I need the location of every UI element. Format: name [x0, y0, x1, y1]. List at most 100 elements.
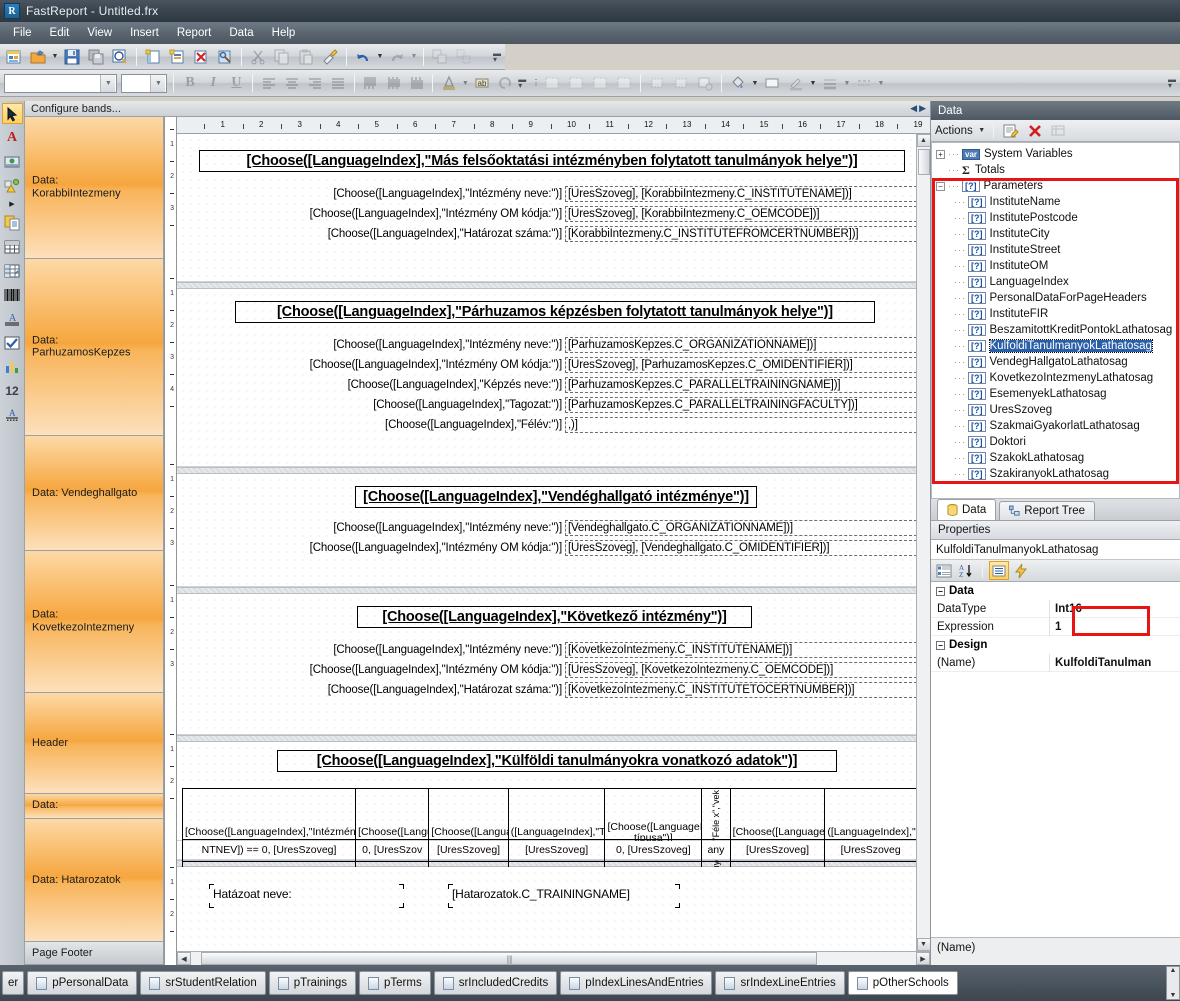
open-dropdown-icon[interactable]: ▼ — [50, 53, 60, 60]
actions-dropdown-icon[interactable]: ▼ — [977, 127, 987, 134]
band1-row3-label[interactable]: [Choose([LanguageIndex],"Határozat száma… — [273, 228, 562, 240]
richtext-object-tool[interactable]: A — [2, 308, 23, 329]
redo-icon[interactable] — [386, 46, 408, 68]
th-institute[interactable]: [Choose([LanguageIndex],"Intézmény")] — [181, 787, 357, 878]
reset-style-icon[interactable] — [494, 72, 515, 94]
th-studies-from[interactable]: ([LanguageIndex],"Tanulmányok — [507, 787, 606, 878]
th-framework[interactable]: [Choose([LanguageIndex],"Keretjellemző")… — [729, 787, 826, 878]
copy-icon[interactable] — [271, 46, 293, 68]
table-data-row[interactable]: NTNEV]) == 0, [UresSzoveg] 0, [UresSzov … — [181, 839, 917, 862]
shape-dropdown-icon[interactable]: ▶ — [2, 199, 23, 209]
td-semester-count[interactable]: any — [701, 839, 731, 862]
menu-report[interactable]: Report — [168, 24, 221, 42]
tabs-scroll-up-icon[interactable]: ▲ — [1170, 967, 1177, 974]
tree-param-personaldataforpageheaders[interactable]: ··· [?] PersonalDataForPageHeaders — [936, 290, 1179, 306]
tree-param-uresszoveg[interactable]: ··· [?] UresSzoveg — [936, 402, 1179, 418]
select-tool[interactable] — [1, 103, 23, 124]
italic-button[interactable]: I — [203, 72, 224, 94]
properties-grid[interactable]: − Data DataType Int16 Expression 1 − Des… — [931, 582, 1180, 937]
band-page-footer[interactable]: Page Footer — [25, 941, 164, 965]
page-tab-srindexlineentries[interactable]: srIndexLineEntries — [715, 971, 845, 995]
canvas-scroll-left-icon[interactable]: ◀ — [177, 952, 191, 965]
border-none-icon[interactable] — [613, 72, 635, 94]
data-tree[interactable]: + ··· var System Variables ··· Σ Totals … — [931, 142, 1180, 499]
border-inner-icon[interactable] — [589, 72, 611, 94]
band4-row3-value[interactable]: [KovetkezoIntezmeny.C_INSTITUTETOCERTNUM… — [565, 682, 917, 698]
border-left-icon[interactable] — [646, 72, 668, 94]
line-color-dropdown-icon[interactable]: ▼ — [808, 80, 818, 87]
format-toolbar-overflow-icon[interactable]: ▬ ▾ — [517, 72, 529, 94]
band2-row4-value[interactable]: [ParhuzamosKepzes.C_PARALLELTRAININGFACU… — [565, 397, 917, 413]
actions-label[interactable]: Actions — [935, 125, 975, 137]
format-painter-icon[interactable] — [319, 46, 341, 68]
table-toolbar-handle[interactable]: ⋮ — [532, 72, 540, 94]
property-category-data[interactable]: − Data — [931, 582, 1180, 600]
band-vendeghallgato[interactable]: Data: Vendeghallgato — [25, 436, 164, 552]
align-left-icon[interactable] — [258, 72, 279, 94]
tree-param-szakiranyoklathatosag[interactable]: ··· [?] SzakiranyokLathatosag — [936, 466, 1179, 482]
band1-row3-value[interactable]: [KorabbiIntezmeny.C_INSTITUTEFROMCERTNUM… — [565, 226, 917, 242]
band2-row2-label[interactable]: [Choose([LanguageIndex],"Intézmény OM kó… — [255, 359, 562, 371]
menu-insert[interactable]: Insert — [121, 24, 168, 42]
fill-dropdown-icon[interactable]: ▼ — [750, 80, 760, 87]
band1-row1-value[interactable]: [UresSzoveg], [KorabbiIntezmeny.C_INSTIT… — [565, 186, 917, 202]
canvas-vertical-scrollbar[interactable]: ▲ ▼ — [916, 134, 930, 951]
tree-param-institutecity[interactable]: ··· [?] InstituteCity — [936, 226, 1179, 242]
undo-dropdown-icon[interactable]: ▼ — [375, 53, 385, 60]
new-page-icon[interactable] — [142, 46, 164, 68]
picture-object-tool[interactable] — [2, 151, 23, 172]
view-data-icon[interactable] — [1049, 121, 1069, 140]
band2-row3-value[interactable]: [ParhuzamosKepzes.C_PARALLELTRAININGNAME… — [565, 377, 917, 393]
highlight-icon[interactable]: ab — [471, 72, 492, 94]
canvas-scroll-right-icon[interactable]: ▶ — [916, 952, 930, 965]
th-semester-count[interactable]: ányéve","Féle x","vek — [701, 788, 731, 877]
hatarozat-value-object[interactable]: [Hatarozatok.C_TRAININGNAME] — [452, 887, 672, 901]
band4-row2-label[interactable]: [Choose([LanguageIndex],"Intézmény OM kó… — [255, 664, 562, 676]
band1-title-object[interactable]: [Choose([LanguageIndex],"Más felsőoktatá… — [199, 150, 905, 172]
collapse-icon[interactable]: − — [936, 181, 945, 191]
font-color-dropdown-icon[interactable]: ▼ — [461, 80, 471, 87]
underline-button[interactable]: U — [226, 72, 247, 94]
ungroup-icon[interactable] — [453, 46, 475, 68]
tree-param-kovetkezointezmenylathatosag[interactable]: ··· [?] KovetkezoIntezmenyLathatosag — [936, 370, 1179, 386]
configure-bands-bar[interactable]: Configure bands... ◀ ▶ — [25, 101, 930, 117]
band-header[interactable]: Header — [25, 692, 164, 795]
subreport-object-tool[interactable] — [2, 212, 23, 233]
band1-row2-value[interactable]: [UresSzoveg], [KorabbiIntezmeny.C_OEMCOD… — [565, 206, 917, 222]
cut-icon[interactable] — [247, 46, 269, 68]
page-tab-pindexlinesandentries[interactable]: pIndexLinesAndEntries — [560, 971, 713, 995]
color-swatch-icon[interactable] — [761, 72, 783, 94]
chart-object-tool[interactable] — [2, 356, 23, 377]
properties-icon[interactable] — [989, 561, 1009, 580]
th-semester-type[interactable]: [Choose([LanguageIndex],"Félévek típusa"… — [604, 787, 703, 878]
font-name-dropdown-icon[interactable]: ▼ — [100, 74, 116, 92]
td-semester-type[interactable]: 0, [UresSzoveg] — [604, 839, 703, 862]
fill-color-icon[interactable] — [727, 72, 749, 94]
band-prev-icon[interactable]: ◀ — [910, 103, 917, 114]
page-tab-pterms[interactable]: pTerms — [359, 971, 431, 995]
page-tab-ptrainings[interactable]: pTrainings — [268, 971, 357, 995]
page-tab-srstudentrelation[interactable]: srStudentRelation — [140, 971, 266, 995]
th-city[interactable]: [Choose([LanguageIndex],"Település")] — [428, 787, 509, 878]
tree-param-beszamitottkreditpontoklathatosag[interactable]: ··· [?] BeszamitottKreditPontokLathatosag — [936, 322, 1179, 338]
hatarozat-label-object[interactable]: Hatázoat neve: — [213, 887, 343, 901]
line-color-icon[interactable] — [785, 72, 807, 94]
tree-param-vendeghallgatolathatosag[interactable]: ··· [?] VendegHallgatoLathatosag — [936, 354, 1179, 370]
td-studies-to[interactable]: [UresSzoveg — [824, 839, 917, 862]
canvas-vscroll-thumb[interactable] — [917, 149, 930, 175]
border-custom-icon[interactable] — [694, 72, 716, 94]
band-hatarozatok[interactable]: Data: Hatarozatok — [25, 819, 164, 942]
band2-row1-label[interactable]: [Choose([LanguageIndex],"Intézmény neve:… — [287, 339, 562, 351]
line-width-dropdown-icon[interactable]: ▼ — [842, 80, 852, 87]
border-outer-icon[interactable] — [565, 72, 587, 94]
alphabetical-icon[interactable]: AZ — [956, 561, 976, 580]
tab-data[interactable]: Data — [937, 499, 997, 520]
new-report-icon[interactable] — [3, 46, 25, 68]
open-report-icon[interactable] — [27, 46, 49, 68]
band2-row4-label[interactable]: [Choose([LanguageIndex],"Tagozat:")] — [317, 399, 562, 411]
align-top-icon[interactable] — [360, 72, 381, 94]
align-center-icon[interactable] — [281, 72, 302, 94]
canvas-scroll-down-icon[interactable]: ▼ — [916, 938, 930, 951]
band2-row1-value[interactable]: [ParhuzamosKepzes.C_ORGANIZATIONNAME])] — [565, 337, 917, 353]
band1-row1-label[interactable]: [Choose([LanguageIndex],"Intézmény neve:… — [287, 188, 562, 200]
